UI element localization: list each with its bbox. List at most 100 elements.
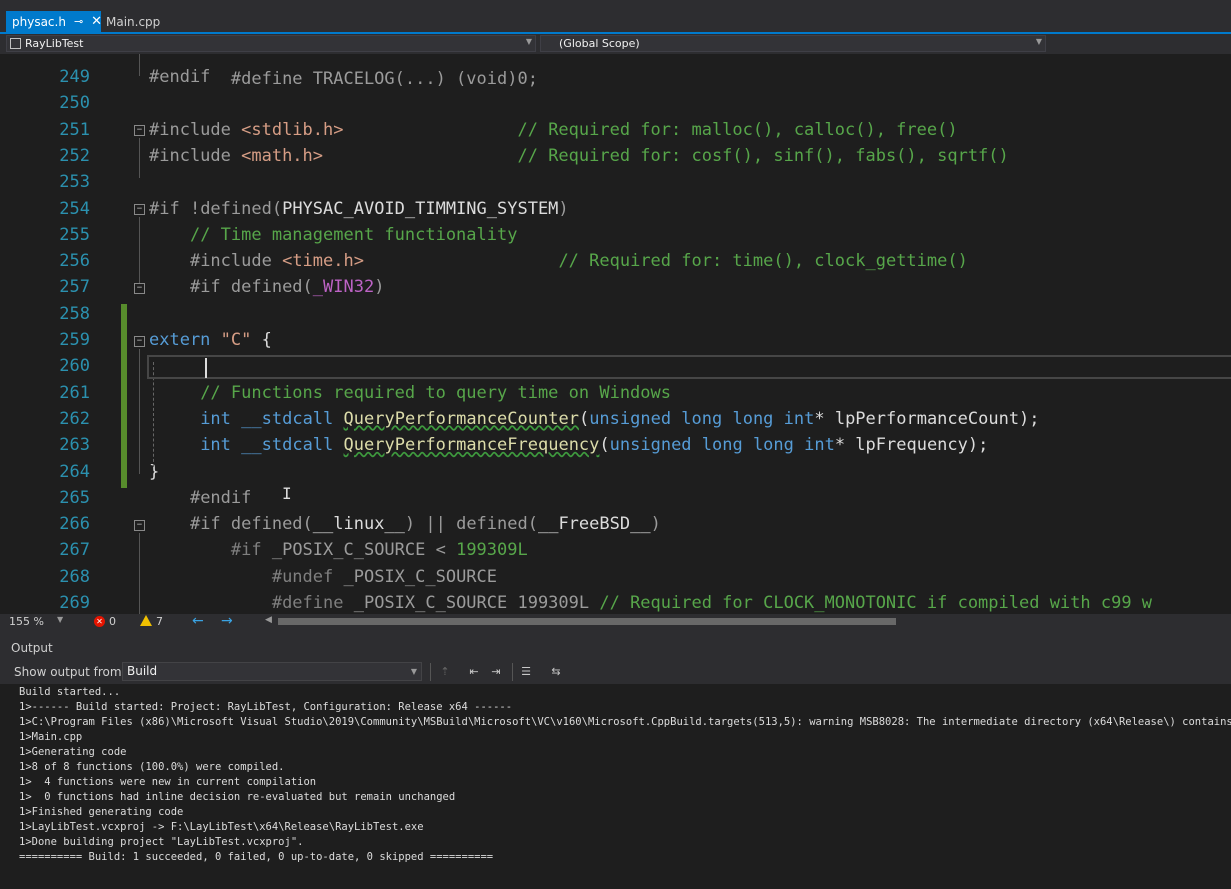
code-line[interactable]: 266 #if defined(__linux__) || defined(__… xyxy=(0,511,1231,537)
code-token: __FreeBSD__ xyxy=(537,514,651,535)
code-token: ) || defined( xyxy=(404,514,538,535)
code-token: * lpFrequency); xyxy=(834,435,989,456)
code-token: int xyxy=(200,408,231,429)
code-text: #include <stdlib.h> // Required for: mal… xyxy=(149,117,958,143)
code-line[interactable]: 265 #endif xyxy=(0,485,1231,511)
arrow-left-icon[interactable]: ← xyxy=(192,613,204,629)
toolbar-separator xyxy=(430,663,431,681)
code-token: 199309L xyxy=(456,540,528,561)
code-token: ( xyxy=(599,435,610,456)
output-line: 1> 0 functions had inline decision re-ev… xyxy=(19,791,456,803)
code-token: <math.h> xyxy=(241,145,324,166)
tab-main-cpp[interactable]: Main.cpp xyxy=(106,11,160,32)
code-line[interactable]: 263 int __stdcall QueryPerformanceFreque… xyxy=(0,432,1231,458)
collapse-icon[interactable]: − xyxy=(134,125,145,136)
code-line[interactable]: 253 xyxy=(0,169,1231,195)
code-token: int xyxy=(200,435,231,456)
code-text: #if !defined(PHYSAC_AVOID_TIMMING_SYSTEM… xyxy=(149,196,569,222)
next-message-icon[interactable]: ⇥ xyxy=(489,665,503,679)
tab-physac-h[interactable]: physac.h ⊸ ✕ xyxy=(6,11,102,32)
output-line: 1>LayLibTest.vcxproj -> F:\LayLibTest\x6… xyxy=(19,821,424,833)
code-token: <time.h> xyxy=(282,251,364,272)
line-number: 261 xyxy=(59,382,90,403)
collapse-icon[interactable]: − xyxy=(134,336,145,347)
code-token: #if defined( xyxy=(189,514,313,535)
code-token: #if xyxy=(230,540,272,561)
output-source-dropdown[interactable]: Build ▼ xyxy=(122,662,422,681)
previous-message-icon[interactable]: ⇤ xyxy=(467,665,481,679)
word-wrap-icon[interactable]: ⇆ xyxy=(549,665,563,679)
code-token: ( xyxy=(578,408,590,429)
code-line[interactable]: 269 #define _POSIX_C_SOURCE 199309L // R… xyxy=(0,590,1231,614)
clear-all-icon[interactable]: ☰ xyxy=(519,665,533,679)
output-line: 1>------ Build started: Project: RayLibT… xyxy=(19,701,513,713)
code-line[interactable]: 262 int __stdcall QueryPerformanceCounte… xyxy=(0,406,1231,432)
code-text: #endif xyxy=(149,485,251,511)
line-number: 256 xyxy=(59,251,90,272)
code-line[interactable]: 255 // Time management functionality xyxy=(0,222,1231,248)
code-line[interactable]: 259 extern "C" { xyxy=(0,327,1231,353)
code-line[interactable]: 254 #if !defined(PHYSAC_AVOID_TIMMING_SYS… xyxy=(0,196,1231,222)
error-icon[interactable]: ✕ xyxy=(94,616,105,627)
collapse-icon[interactable]: − xyxy=(134,520,145,531)
pin-icon[interactable]: ⊸ xyxy=(74,15,83,28)
code-token: QueryPerformanceFrequency xyxy=(343,435,600,456)
scroll-left-icon[interactable]: ◀ xyxy=(265,615,272,625)
zoom-level[interactable]: 155 % xyxy=(9,615,44,628)
collapse-icon[interactable]: − xyxy=(134,204,145,215)
code-text: int __stdcall QueryPerformanceFrequency(… xyxy=(149,432,988,458)
line-number: 264 xyxy=(59,461,90,482)
warning-icon[interactable] xyxy=(140,615,152,626)
chevron-down-icon[interactable]: ▼ xyxy=(57,615,63,624)
code-line[interactable]: 249 #endif xyxy=(0,64,1231,90)
code-token: // Required for CLOCK_MONOTONIC if compi… xyxy=(599,593,1153,613)
horizontal-scrollbar-thumb[interactable] xyxy=(278,618,896,625)
code-token: // Required for: malloc(), calloc(), fre… xyxy=(517,119,958,140)
change-indicator xyxy=(121,304,127,488)
output-panel-title: Output xyxy=(0,639,1231,659)
output-text[interactable]: Build started... 1>------ Build started: … xyxy=(0,684,1231,889)
line-number: 251 xyxy=(59,119,90,140)
output-line: 1>Done building project "LayLibTest.vcxp… xyxy=(19,836,304,848)
code-line[interactable]: 257 #if defined(_WIN32) xyxy=(0,274,1231,300)
toolbar-separator xyxy=(512,663,513,681)
code-token: #undef xyxy=(271,566,344,587)
close-icon[interactable]: ✕ xyxy=(91,14,102,29)
code-line[interactable]: 256 #include <time.h> // Required for: t… xyxy=(0,248,1231,274)
editor-status-row: 155 % ▼ ✕ 0 7 ← → ◀ xyxy=(0,613,1231,630)
arrow-right-icon[interactable]: → xyxy=(221,613,233,629)
code-line[interactable]: 264} xyxy=(0,459,1231,485)
code-line[interactable]: 268 #undef _POSIX_C_SOURCE xyxy=(0,564,1231,590)
code-line[interactable]: 267 #if _POSIX_C_SOURCE < 199309L xyxy=(0,537,1231,563)
code-token: !defined( xyxy=(189,198,283,219)
code-line[interactable]: 252 #include <math.h> // Required for: co… xyxy=(0,143,1231,169)
warning-count[interactable]: 7 xyxy=(156,615,163,628)
output-line: 1> 4 functions were new in current compi… xyxy=(19,776,317,788)
panel-separator[interactable] xyxy=(0,630,1231,639)
project-dropdown[interactable]: RayLibTest ▼ xyxy=(6,35,536,52)
output-line: ========== Build: 1 succeeded, 0 failed,… xyxy=(19,851,494,863)
code-line[interactable]: 251 #include <stdlib.h> // Required for: … xyxy=(0,117,1231,143)
fold-guide xyxy=(139,217,140,283)
code-editor[interactable]: #define TRACELOG(...) (void)0; 249 #endif… xyxy=(0,54,1231,614)
code-line[interactable]: 258 xyxy=(0,301,1231,327)
error-count[interactable]: 0 xyxy=(109,615,116,628)
scope-dropdown[interactable]: (Global Scope) ▼ xyxy=(540,35,1046,52)
output-line: 1>8 of 8 functions (100.0%) were compile… xyxy=(19,761,285,773)
code-line[interactable]: 250 xyxy=(0,90,1231,116)
code-text: #define _POSIX_C_SOURCE 199309L // Requi… xyxy=(149,590,1152,614)
output-line: 1>Main.cpp xyxy=(19,731,83,743)
collapse-icon[interactable]: − xyxy=(134,283,145,294)
line-number: 260 xyxy=(59,356,90,377)
code-line[interactable]: 261 // Functions required to query time … xyxy=(0,380,1231,406)
code-token: #include xyxy=(149,119,242,140)
goto-source-icon[interactable]: ⇡ xyxy=(438,665,452,679)
